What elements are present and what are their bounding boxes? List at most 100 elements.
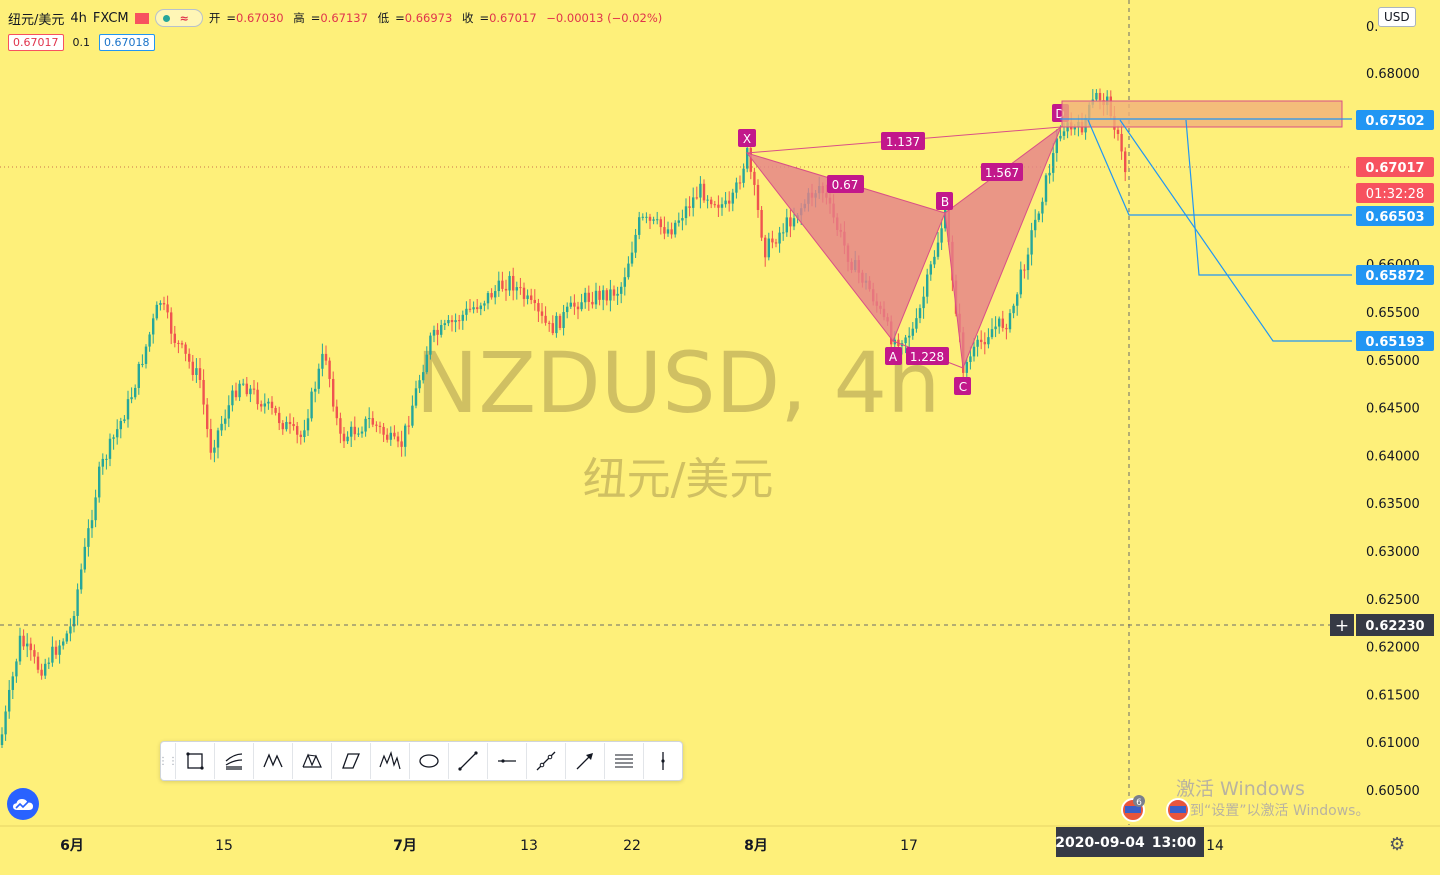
change-value: −0.00013 (−0.02%) xyxy=(546,11,663,25)
candle-body xyxy=(123,419,126,421)
windows-activation-title: 激活 Windows xyxy=(1176,778,1305,800)
arrow-tool[interactable] xyxy=(565,743,604,779)
cypher-pattern-tool[interactable] xyxy=(292,743,331,779)
candle-body xyxy=(526,295,529,299)
candle-body xyxy=(627,263,630,278)
candle-body xyxy=(699,183,702,198)
candle-body xyxy=(371,418,374,425)
ratio-xb-label: 0.67 xyxy=(832,178,859,192)
tradingview-logo[interactable] xyxy=(7,788,39,820)
candle-body xyxy=(36,656,40,670)
drawing-toolbar[interactable]: ⋮⋮ xyxy=(158,741,683,781)
candle-body xyxy=(605,290,608,301)
candle-body xyxy=(774,242,778,244)
trend-line-tool[interactable] xyxy=(448,743,487,779)
candle-body xyxy=(638,217,641,235)
candle-body xyxy=(224,418,227,424)
xabcd-pattern-tool[interactable] xyxy=(253,743,292,779)
candle-body xyxy=(22,635,25,647)
candle-body xyxy=(483,303,486,306)
interval-label[interactable]: 4h xyxy=(70,11,87,26)
price-tick: 0.64500 xyxy=(1366,402,1420,417)
candle-body xyxy=(1120,133,1123,152)
candle-body xyxy=(119,420,122,430)
candle-body xyxy=(324,353,328,361)
price-label-target-2-text: 0.66503 xyxy=(1365,210,1424,225)
candle-body xyxy=(8,689,11,712)
candle-body xyxy=(317,368,320,389)
price-label-crosshair-text: 0.62230 xyxy=(1365,619,1424,634)
time-tick-jun: 6月 xyxy=(60,838,84,854)
candle-body xyxy=(1098,92,1102,101)
abcd-pattern-icon xyxy=(342,753,360,769)
candle-body xyxy=(0,734,4,745)
candle-body xyxy=(767,238,770,258)
candle-body xyxy=(706,199,709,201)
buy-sell-buttons[interactable]: 0.67017 0.1 0.67018 xyxy=(8,34,155,51)
candle-body xyxy=(350,426,353,437)
elliott-wave-tool[interactable] xyxy=(370,743,409,779)
candle-body xyxy=(1041,201,1044,214)
candle-body xyxy=(728,200,731,204)
ellipse-tool[interactable] xyxy=(409,743,448,779)
candle-body xyxy=(231,390,234,406)
fib-channel-tool[interactable] xyxy=(214,743,253,779)
candle-body xyxy=(494,291,497,298)
candle-body xyxy=(569,302,572,307)
candle-body xyxy=(782,232,785,234)
chart-legend[interactable]: 纽元/美元 4h FXCM ≈ 开 =0.67030 高 =0.67137 低 =0.… xyxy=(8,8,674,28)
candle-body xyxy=(490,293,493,298)
candle-body xyxy=(353,426,356,435)
buy-button[interactable]: 0.67018 xyxy=(99,34,155,51)
candle-body xyxy=(299,434,302,437)
candle-body xyxy=(742,168,745,183)
candle-body xyxy=(159,303,162,305)
reversal-zone[interactable] xyxy=(1061,100,1343,128)
pattern-point-x-label: X xyxy=(743,132,751,146)
candle-body xyxy=(407,425,410,427)
extended-line-tool[interactable] xyxy=(526,743,565,779)
price-tick: 0.62000 xyxy=(1366,641,1420,656)
candle-body xyxy=(724,200,727,205)
candle-body xyxy=(1005,327,1008,330)
high-label: 高 xyxy=(293,11,305,25)
candle-body xyxy=(368,418,371,420)
candle-body xyxy=(692,197,695,208)
wave-icon: ≈ xyxy=(179,11,189,25)
candle-body xyxy=(281,423,284,430)
vertical-line-tool[interactable] xyxy=(643,743,682,779)
candle-body xyxy=(166,304,169,313)
candle-body xyxy=(360,431,364,434)
candle-body xyxy=(612,289,616,296)
candle-body xyxy=(328,360,331,379)
currency-button[interactable]: USD xyxy=(1378,7,1416,27)
drag-handle-icon[interactable]: ⋮⋮ xyxy=(158,742,178,780)
horizontal-ray-tool[interactable] xyxy=(487,743,526,779)
rectangle-icon xyxy=(186,752,204,770)
status-pill[interactable]: ≈ xyxy=(154,9,203,27)
sell-button[interactable]: 0.67017 xyxy=(8,34,64,51)
horizontal-ray-icon xyxy=(498,759,516,763)
candle-body xyxy=(980,339,983,343)
candle-body xyxy=(522,287,526,299)
candle-body xyxy=(616,293,619,296)
price-tick: 0.68000 xyxy=(1366,67,1420,82)
candle-body xyxy=(537,303,540,312)
candle-body xyxy=(440,325,443,335)
rectangle-tool[interactable] xyxy=(175,743,214,779)
spread-value: 0.1 xyxy=(72,36,91,49)
candle-body xyxy=(598,290,601,300)
gear-icon[interactable]: ⚙ xyxy=(1389,834,1405,855)
flag-icon[interactable] xyxy=(134,12,149,24)
candle-body xyxy=(789,217,792,227)
candle-body xyxy=(278,412,281,424)
abcd-pattern-tool[interactable] xyxy=(331,743,370,779)
parallel-lines-tool[interactable] xyxy=(604,743,643,779)
candle-body xyxy=(922,296,925,309)
candle-body xyxy=(256,389,259,405)
symbol-name[interactable]: 纽元/美元 xyxy=(8,9,64,28)
high-value: 0.67137 xyxy=(320,11,368,25)
candle-body xyxy=(87,528,90,547)
xabcd-pattern-icon xyxy=(263,753,283,768)
price-label-target-4-text: 0.65193 xyxy=(1365,335,1424,350)
